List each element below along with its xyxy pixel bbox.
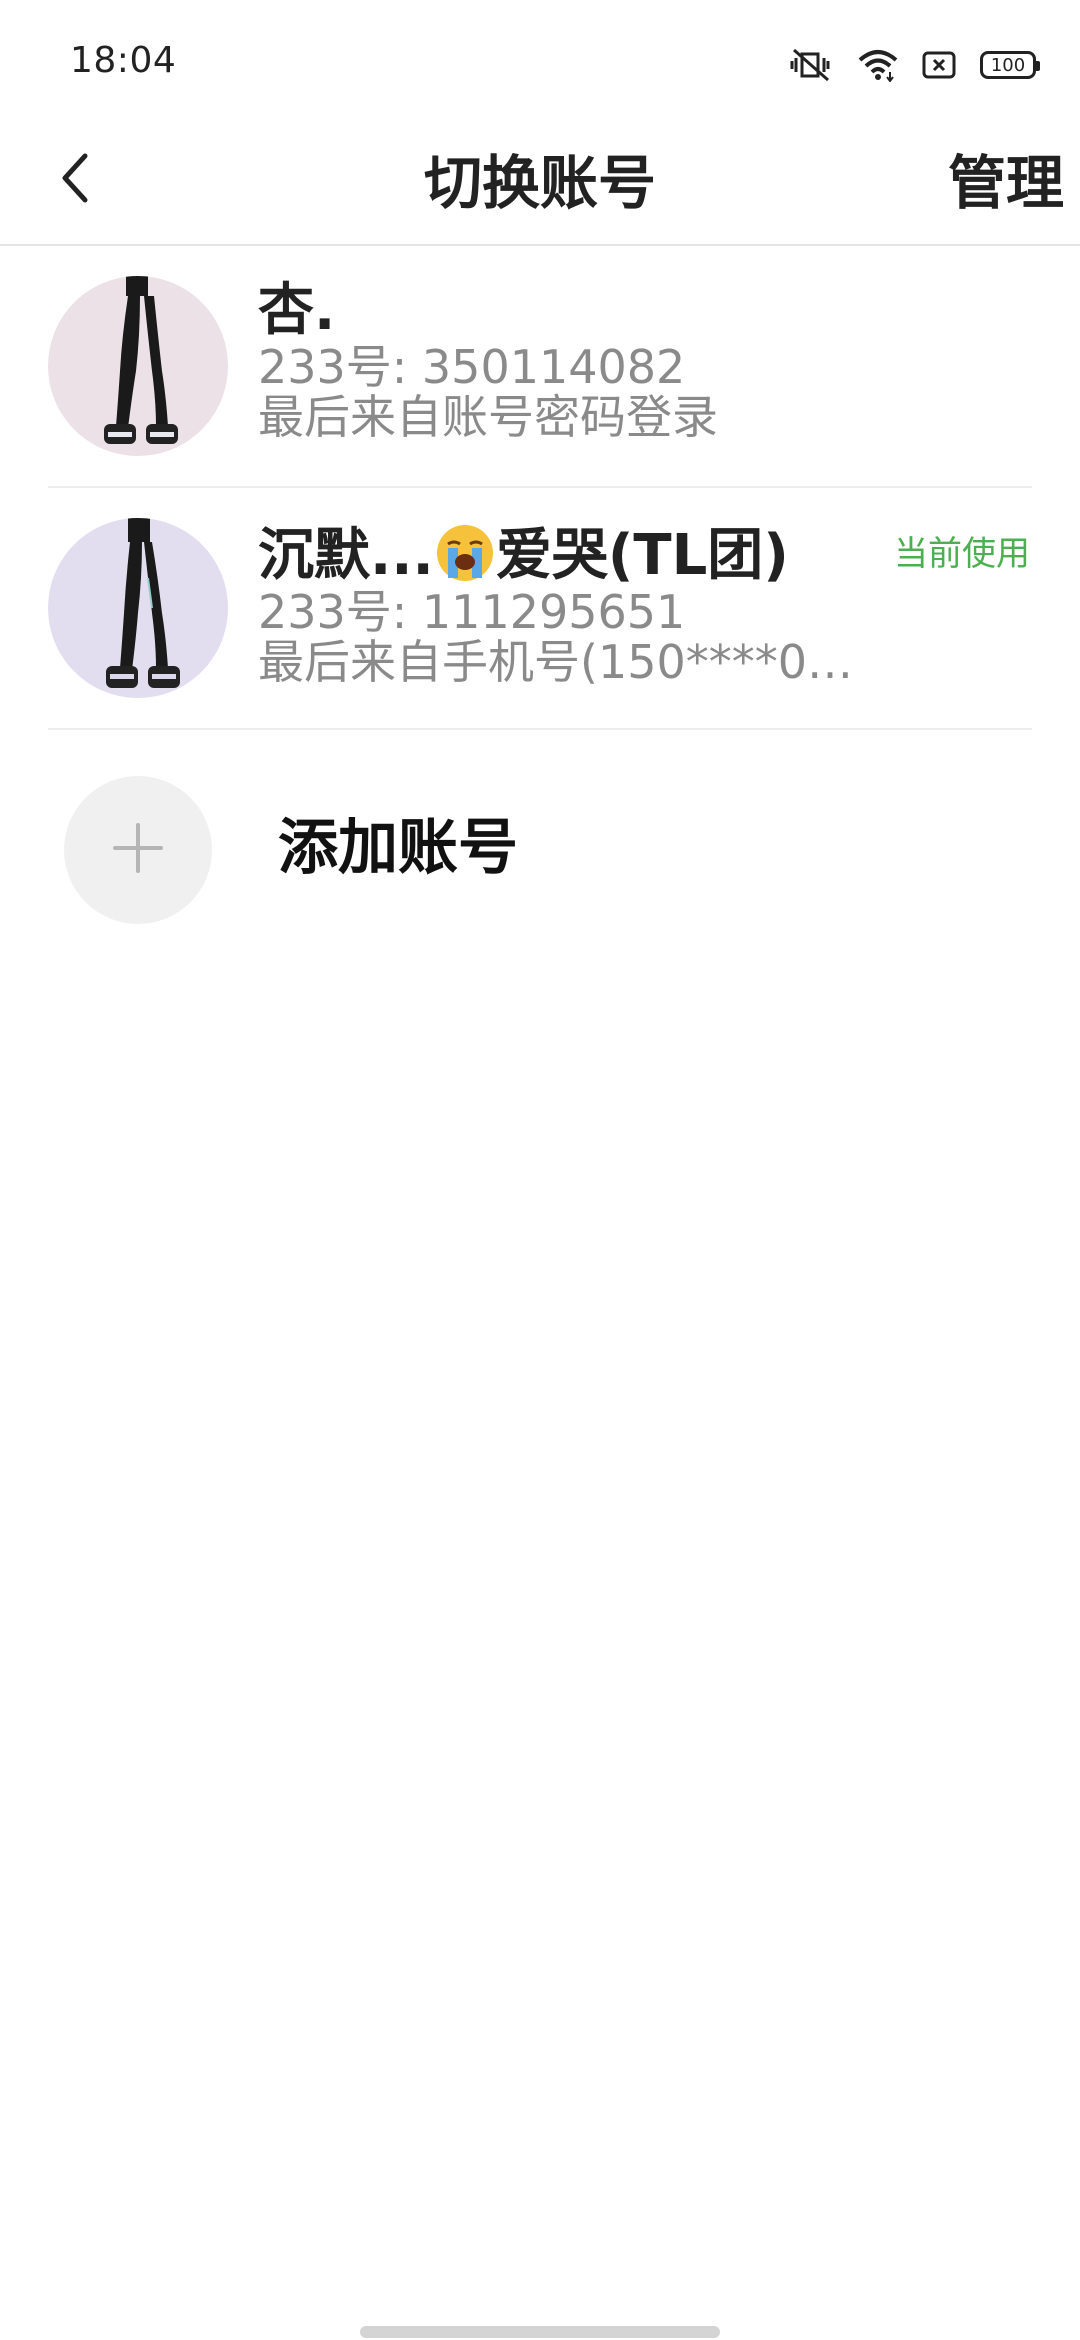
status-bar: 18:04 100 (0, 0, 1080, 120)
home-indicator[interactable] (360, 2326, 720, 2338)
sim-off-icon (922, 50, 956, 80)
add-account-circle (64, 776, 212, 924)
status-icons: 100 (788, 44, 1040, 86)
account-name: 杏. (258, 278, 336, 343)
account-id: 233号: 350114082 (258, 340, 686, 394)
manage-button[interactable]: 管理 (948, 138, 1064, 228)
battery-level: 100 (990, 54, 1026, 76)
avatar (48, 518, 228, 698)
account-switch-screen: 18:04 100 切换账号 管理 杏. 233号: 350114082 最后来… (0, 0, 1080, 2340)
nav-bar: 切换账号 管理 (0, 120, 1080, 246)
battery-icon: 100 (980, 51, 1040, 79)
account-name-suffix: 爱哭(TL团) (495, 523, 789, 588)
loudly-crying-face-icon (434, 522, 496, 584)
status-time: 18:04 (70, 40, 177, 81)
current-account-badge: 当前使用 (894, 534, 1030, 574)
page-title: 切换账号 (423, 149, 656, 217)
mute-vibrate-icon (788, 48, 834, 82)
avatar (48, 276, 228, 456)
account-item-1[interactable]: 杏. 233号: 350114082 最后来自账号密码登录 (48, 246, 1032, 488)
add-account-label: 添加账号 (278, 813, 518, 883)
account-item-2[interactable]: 沉默... 爱哭(TL团) 233号: 111295651 最后来自手机号(15… (48, 488, 1032, 730)
add-account-button[interactable]: 添加账号 (48, 730, 1032, 930)
account-id: 233号: 111295651 (258, 585, 686, 639)
account-list: 杏. 233号: 350114082 最后来自账号密码登录 沉默... 爱哭(T… (0, 246, 1080, 930)
account-info: 杏. 233号: 350114082 最后来自账号密码登录 (258, 278, 1032, 443)
account-name-prefix: 沉默... (258, 523, 434, 588)
plus-icon (111, 821, 165, 879)
account-login-source: 最后来自手机号(150****02... (258, 637, 878, 687)
account-login-source: 最后来自账号密码登录 (258, 392, 718, 442)
wifi-icon (858, 48, 898, 82)
